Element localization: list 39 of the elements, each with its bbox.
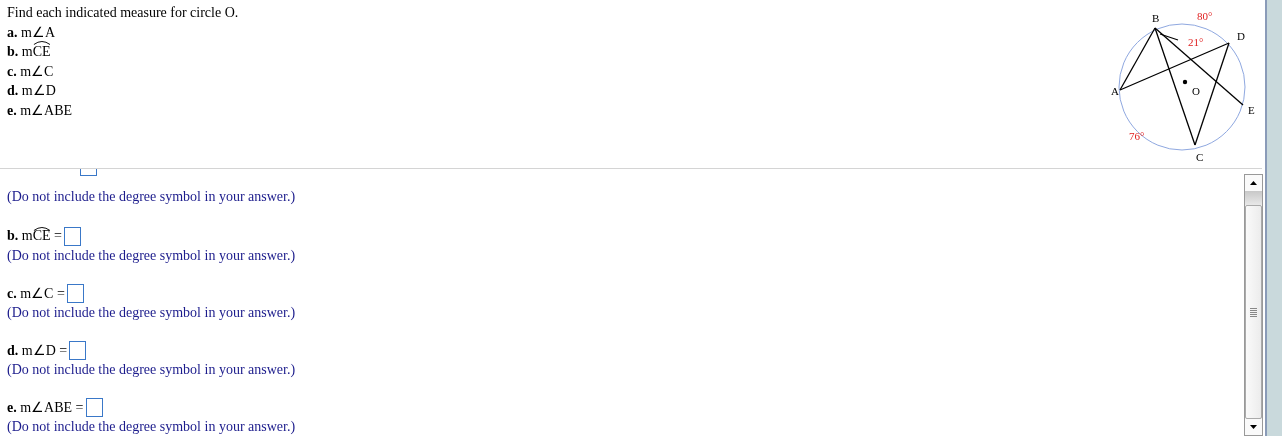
point-label: O bbox=[1192, 85, 1200, 97]
answer-hint: (Do not include the degree symbol in your answer.) bbox=[7, 188, 297, 206]
arc-mark-icon bbox=[32, 226, 51, 231]
arc-mark-icon bbox=[32, 40, 51, 45]
angle-measure-label: 80° bbox=[1197, 10, 1213, 22]
answer-label: d. m∠D = bbox=[7, 341, 68, 359]
answer-field[interactable] bbox=[64, 226, 81, 246]
point-label: D bbox=[1237, 30, 1245, 42]
point-label: E bbox=[1248, 104, 1255, 116]
answer-hint: (Do not include the degree symbol in your answer.) bbox=[7, 418, 297, 436]
up-arrow-icon bbox=[1250, 181, 1257, 185]
scrollbar-thumb[interactable] bbox=[1245, 205, 1262, 419]
answer-hint: (Do not include the degree symbol in your answer.) bbox=[7, 361, 297, 379]
question-part: c. m∠C bbox=[7, 62, 55, 81]
answer-field[interactable] bbox=[85, 397, 103, 417]
question-prompt: Find each indicated measure for circle O. bbox=[7, 4, 239, 22]
scroll-up-button[interactable] bbox=[1245, 175, 1262, 191]
scrollbar[interactable] bbox=[1244, 174, 1263, 436]
answer-label: c. m∠C = bbox=[7, 284, 65, 302]
point-label: B bbox=[1152, 12, 1160, 24]
question-part: a. m∠A bbox=[7, 23, 56, 42]
answer-hint: (Do not include the degree symbol in your answer.) bbox=[7, 247, 297, 265]
answer-label: e. m∠ABE = bbox=[7, 398, 84, 416]
scroll-down-button[interactable] bbox=[1245, 419, 1262, 435]
point-label: C bbox=[1196, 151, 1204, 163]
center-dot-icon bbox=[1182, 79, 1188, 85]
answer-field[interactable] bbox=[66, 283, 84, 303]
down-arrow-icon bbox=[1250, 425, 1257, 429]
angle-measure-label: 76° bbox=[1129, 130, 1145, 142]
question-part: b. mCE bbox=[7, 42, 239, 62]
answer-label: b. mCE = bbox=[7, 228, 62, 244]
angle-measure-label: 21° bbox=[1188, 36, 1204, 48]
leader-line bbox=[1159, 33, 1179, 41]
question-part: e. m∠ABE bbox=[7, 101, 74, 120]
question-part: d. m∠D bbox=[7, 82, 57, 100]
answer-field[interactable] bbox=[69, 340, 87, 360]
point-label: A bbox=[1111, 85, 1119, 97]
answer-hint: (Do not include the degree symbol in your answer.) bbox=[7, 304, 297, 322]
scrollbar-track[interactable] bbox=[1245, 191, 1262, 205]
